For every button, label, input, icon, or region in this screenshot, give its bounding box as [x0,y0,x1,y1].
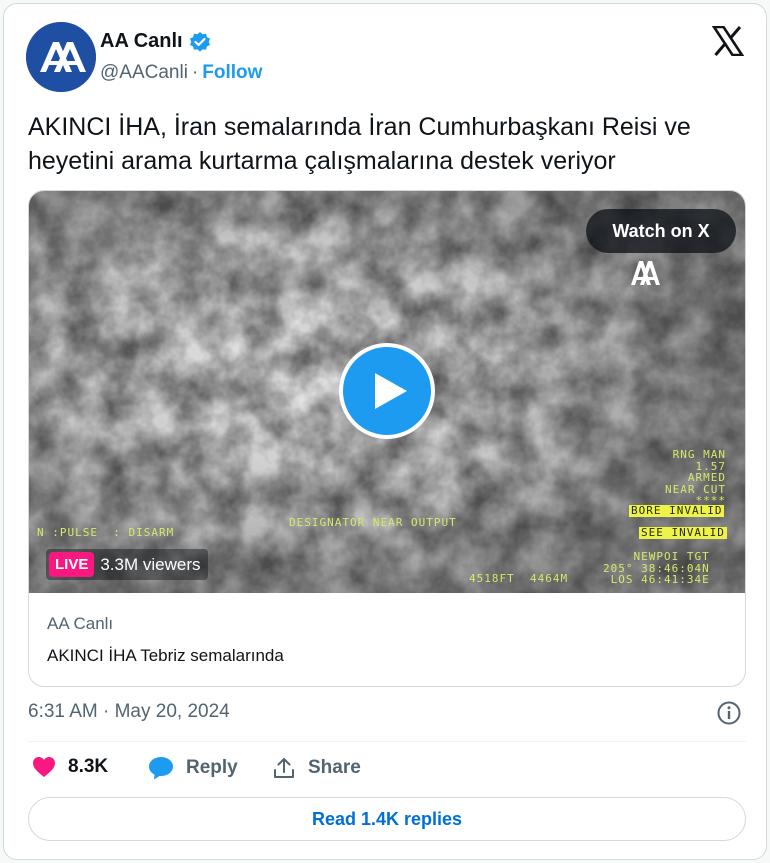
x-logo-icon[interactable] [712,26,744,56]
like-button[interactable]: 8.3K [32,756,108,778]
heart-icon [33,757,55,777]
hud-altitude-readout: 4518FT 4464M [469,572,569,585]
like-count: 8.3K [68,756,109,777]
author-handle-row: @AACanli · Follow [100,62,262,84]
handle-separator: · [191,62,199,83]
play-icon [375,373,407,409]
broadcast-preview[interactable]: AA Canlı AKINCI İHA Tebriz semalarında [47,614,284,666]
live-indicator: LIVE 3.3M viewers [46,549,209,580]
reply-button[interactable]: Reply [148,756,238,780]
broadcast-title: AKINCI İHA Tebriz semalarında [47,646,284,665]
aa-logo-icon[interactable] [26,22,96,92]
share-button[interactable]: Share [272,756,361,780]
read-replies-button[interactable]: Read 1.4K replies [28,797,746,841]
author-handle[interactable]: @AACanli [100,62,188,84]
tweet-embed-card: AA Canlı @AACanli · Follow AKINCI İHA, İ… [3,3,767,860]
author-name[interactable]: AA Canlı [100,30,183,53]
hud-mode-readout: N :PULSE : DISARM [37,526,175,539]
share-label: Share [308,757,361,778]
play-button[interactable] [339,343,435,439]
tweet-timestamp[interactable]: 6:31 AM · May 20, 2024 [28,701,230,723]
divider [28,741,746,742]
hud-target-coordinates: NEWPOI TGT 205° 38:46:04N LOS 46:41:34E [603,550,710,586]
share-icon [274,758,294,778]
media-card[interactable]: Watch on X RNG MAN 1.57 ARMED NEAR CUT *… [28,190,746,687]
verified-badge-icon [189,31,210,52]
author-name-row[interactable]: AA Canlı [100,30,211,53]
hud-bore-status: BORE INVALID [629,504,725,517]
hud-see-status: SEE INVALID [639,526,727,539]
live-badge: LIVE [49,552,95,577]
follow-button[interactable]: Follow [202,62,262,84]
tweet-text: AKINCI İHA, İran semalarında İran Cumhur… [28,113,691,175]
watch-on-x-button[interactable]: Watch on X [586,209,736,253]
info-icon[interactable] [716,700,742,726]
reply-bubble-icon [149,757,173,780]
reply-label: Reply [186,757,238,778]
hud-designator-readout: DESIGNATOR NEAR OUTPUT [289,516,457,529]
aa-watermark-icon [631,261,660,285]
video-player[interactable]: Watch on X RNG MAN 1.57 ARMED NEAR CUT *… [29,191,745,593]
broadcast-author: AA Canlı [47,614,114,633]
viewer-count: 3.3M viewers [100,554,201,574]
hud-range-readout: RNG MAN 1.57 ARMED NEAR CUT **** [665,448,726,507]
